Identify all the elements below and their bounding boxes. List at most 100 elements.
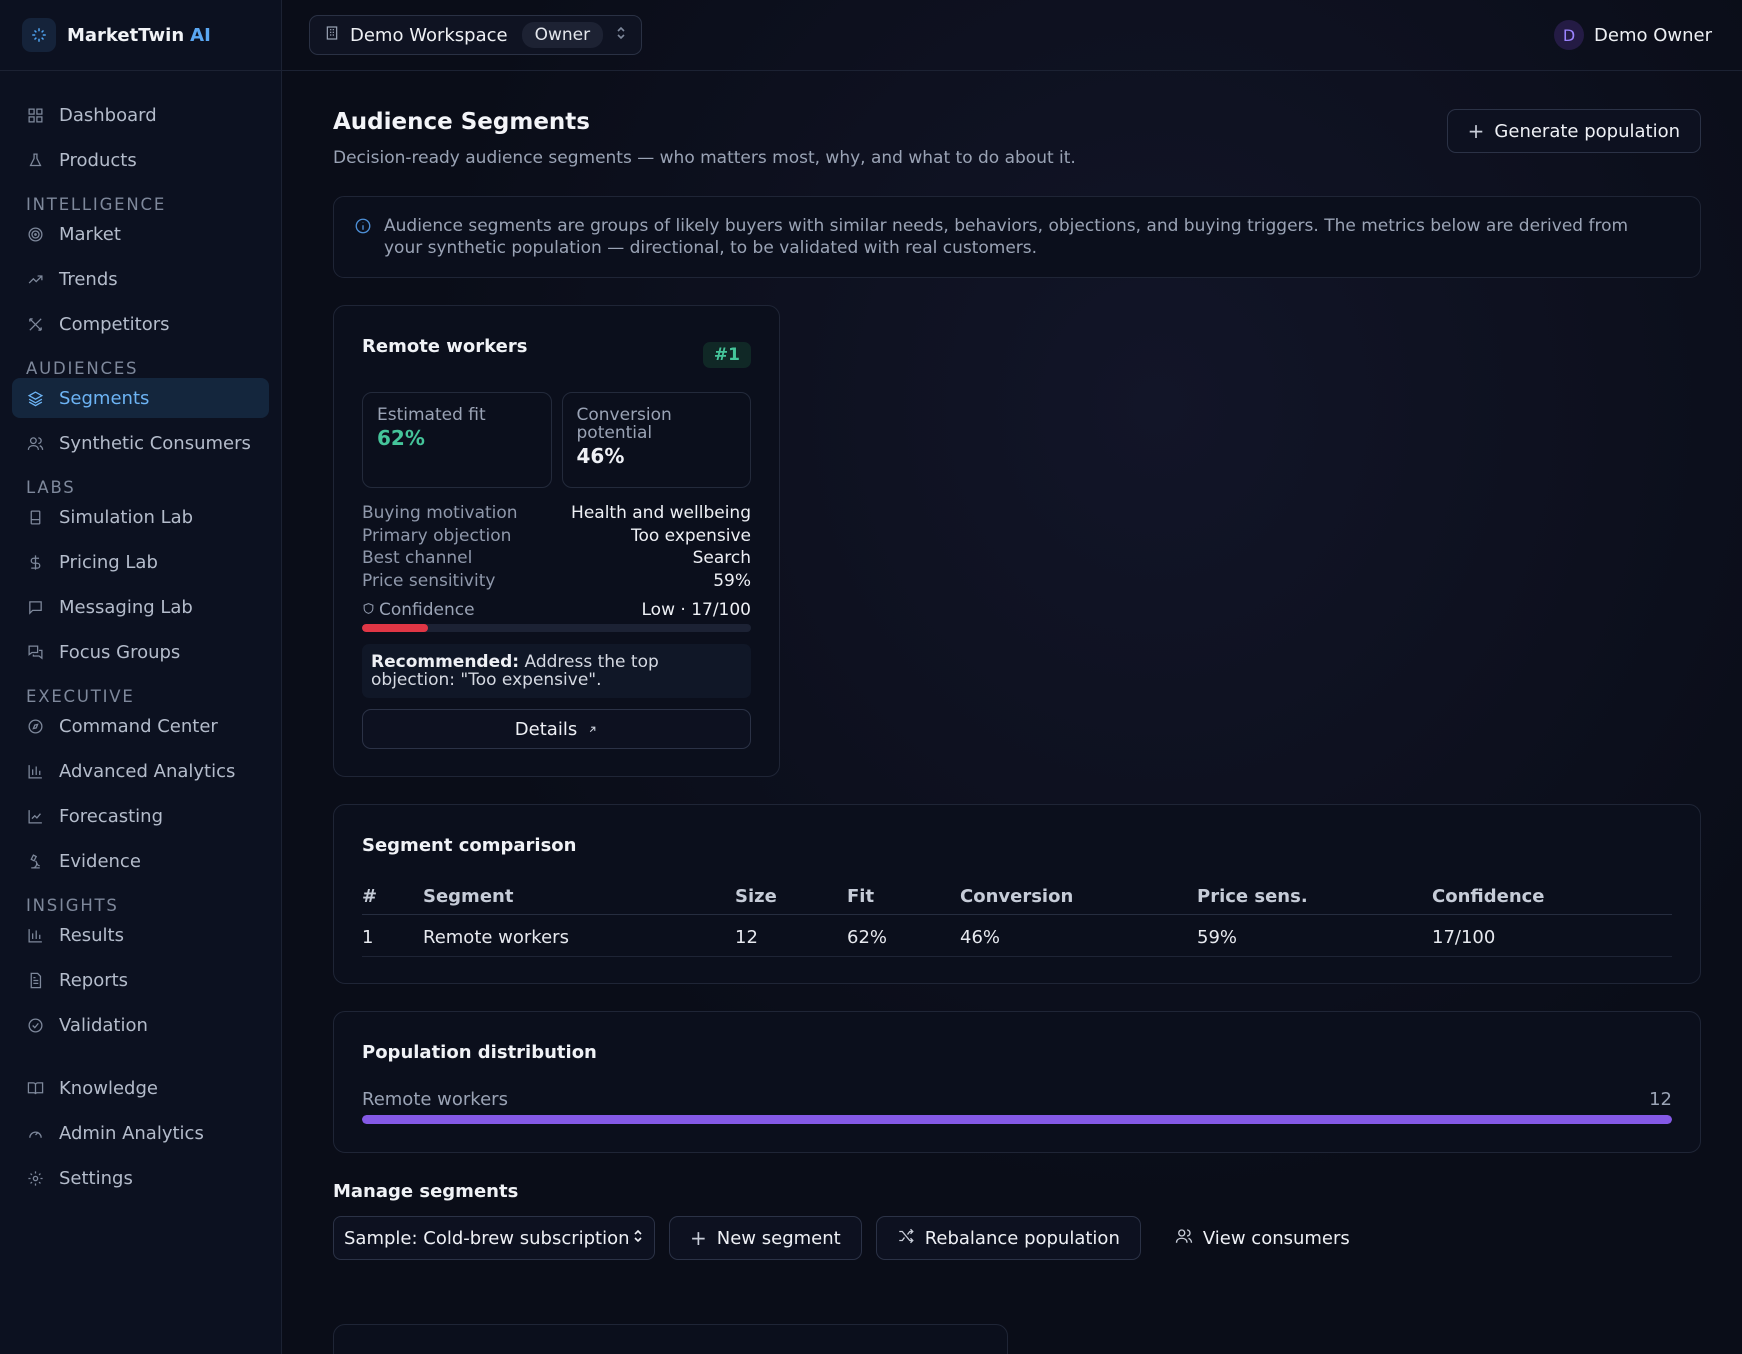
grid-icon: [26, 106, 44, 124]
book-icon: [26, 1079, 44, 1097]
avatar: D: [1554, 20, 1585, 50]
nav-section-labs: LABS: [26, 478, 76, 497]
segment-attributes: Buying motivation Health and wellbeing Pr…: [362, 502, 751, 592]
sidebar-item-segments[interactable]: Segments: [12, 378, 269, 418]
sidebar-item-settings[interactable]: Settings: [12, 1158, 269, 1198]
segment-comparison-card: Segment comparison # Segment Size Fit Co…: [333, 804, 1701, 984]
bar-chart-icon: [26, 926, 44, 944]
page-header: Audience Segments Decision-ready audienc…: [333, 109, 1701, 169]
segment-name: Remote workers: [362, 336, 528, 357]
file-icon: [26, 971, 44, 989]
main-area: Demo Workspace Owner D Demo Owner Audien…: [282, 0, 1742, 1354]
shield-icon: [362, 600, 375, 620]
flask-icon: [26, 508, 44, 526]
sidebar-item-products[interactable]: Products: [12, 140, 269, 180]
distribution-bar-fill: [362, 1115, 1672, 1124]
sidebar-item-synthetic-consumers[interactable]: Synthetic Consumers: [12, 423, 269, 463]
attr-row: Best channel Search: [362, 548, 751, 568]
sidebar-item-validation[interactable]: Validation: [12, 1005, 269, 1045]
sidebar-item-focus-groups[interactable]: Focus Groups: [12, 632, 269, 672]
table-row[interactable]: 1 Remote workers 12 62% 46% 59% 17/100: [362, 914, 1672, 957]
arrow-up-right-icon: [587, 719, 598, 740]
rebalance-population-button[interactable]: Rebalance population: [875, 1216, 1141, 1260]
confidence-bar-fill: [362, 624, 429, 632]
sidebar-item-reports[interactable]: Reports: [12, 960, 269, 1000]
sidebar-item-messaging-lab[interactable]: Messaging Lab: [12, 587, 269, 627]
confidence-row: Confidence Low · 17/100: [362, 600, 751, 620]
view-consumers-button[interactable]: View consumers: [1155, 1216, 1370, 1260]
table-header-row: # Segment Size Fit Conversion Price sens…: [362, 886, 1672, 915]
sidebar-item-pricing-lab[interactable]: Pricing Lab: [12, 542, 269, 582]
bar-chart-icon: [26, 762, 44, 780]
user-menu[interactable]: D Demo Owner: [1554, 20, 1712, 50]
sidebar-item-market[interactable]: Market: [12, 214, 269, 254]
sparkle-icon: [22, 18, 56, 52]
workspace-switcher[interactable]: Demo Workspace Owner: [309, 15, 643, 55]
flask-icon: [26, 151, 44, 169]
attr-row: Primary objection Too expensive: [362, 525, 751, 546]
recommendation: Recommended: Address the top objection: …: [362, 644, 751, 698]
topbar: Demo Workspace Owner D Demo Owner: [282, 0, 1742, 71]
distribution-bar: [362, 1115, 1672, 1124]
distribution-title: Population distribution: [362, 1042, 597, 1063]
generate-population-button[interactable]: + Generate population: [1446, 109, 1701, 153]
gear-icon: [26, 1169, 44, 1187]
attr-row: Price sensitivity 59%: [362, 570, 751, 591]
nav-section-intelligence: INTELLIGENCE: [26, 195, 167, 214]
sidebar-item-forecasting[interactable]: Forecasting: [12, 796, 269, 836]
details-button[interactable]: Details: [362, 709, 751, 749]
sidebar: MarketTwin AI Dashboard Products INTELLIG…: [0, 0, 282, 1354]
sidebar-nav: Dashboard Products INTELLIGENCE Market T…: [0, 71, 281, 1198]
confidence-bar: [362, 624, 751, 632]
metric-conversion-potential: Conversion potential 46%: [561, 392, 751, 488]
users-icon: [26, 434, 44, 452]
sidebar-item-command-center[interactable]: Command Center: [12, 706, 269, 746]
layers-icon: [26, 389, 44, 407]
workspace-name: Demo Workspace: [350, 24, 508, 46]
nav-section-audiences: AUDIENCES: [26, 359, 139, 378]
sidebar-item-evidence[interactable]: Evidence: [12, 841, 269, 881]
sidebar-item-simulation-lab[interactable]: Simulation Lab: [12, 497, 269, 537]
app-root: MarketTwin AI Dashboard Products INTELLIG…: [0, 0, 1742, 1354]
compass-icon: [26, 717, 44, 735]
users-icon: [1175, 1227, 1193, 1250]
chevron-up-down-icon: [615, 25, 627, 45]
message-icon: [26, 598, 44, 616]
swords-icon: [26, 315, 44, 333]
brand-name: MarketTwin AI: [67, 24, 211, 46]
nav-section-executive: EXECUTIVE: [26, 687, 135, 706]
shuffle-icon: [897, 1227, 915, 1250]
sample-select[interactable]: Sample: Cold-brew subscription: [333, 1216, 655, 1260]
plus-icon: +: [690, 1226, 707, 1250]
brand[interactable]: MarketTwin AI: [0, 0, 281, 71]
sidebar-item-advanced-analytics[interactable]: Advanced Analytics: [12, 751, 269, 791]
check-circle-icon: [26, 1016, 44, 1034]
chat-icon: [26, 643, 44, 661]
building-icon: [324, 25, 340, 45]
segment-card: Remote workers #1 Estimated fit 62% Conv…: [333, 305, 780, 777]
attr-row: Buying motivation Health and wellbeing: [362, 503, 751, 523]
distribution-row: Remote workers 12: [362, 1089, 1672, 1110]
radar-icon: [26, 225, 44, 243]
line-chart-icon: [26, 807, 44, 825]
sidebar-item-trends[interactable]: Trends: [12, 259, 269, 299]
dollar-icon: [26, 553, 44, 571]
sidebar-item-admin-analytics[interactable]: Admin Analytics: [12, 1113, 269, 1153]
microscope-icon: [26, 852, 44, 870]
metric-estimated-fit: Estimated fit 62%: [362, 392, 552, 488]
page-subtitle: Decision-ready audience segments — who m…: [333, 148, 1076, 168]
segment-editor-card: [333, 1324, 1008, 1354]
info-text: Audience segments are groups of likely b…: [384, 216, 1629, 258]
sidebar-item-results[interactable]: Results: [12, 915, 269, 955]
population-distribution-card: Population distribution Remote workers 1…: [333, 1011, 1701, 1153]
nav-section-insights: INSIGHTS: [26, 896, 119, 915]
comparison-title: Segment comparison: [362, 835, 577, 856]
manage-segments-title: Manage segments: [333, 1181, 519, 1202]
sidebar-item-dashboard[interactable]: Dashboard: [12, 95, 269, 135]
sidebar-item-knowledge[interactable]: Knowledge: [12, 1068, 269, 1108]
plus-icon: +: [1467, 119, 1485, 143]
page-content: Audience Segments Decision-ready audienc…: [282, 71, 1742, 1260]
sidebar-item-competitors[interactable]: Competitors: [12, 304, 269, 344]
user-name: Demo Owner: [1594, 24, 1712, 46]
new-segment-button[interactable]: + New segment: [669, 1216, 862, 1260]
